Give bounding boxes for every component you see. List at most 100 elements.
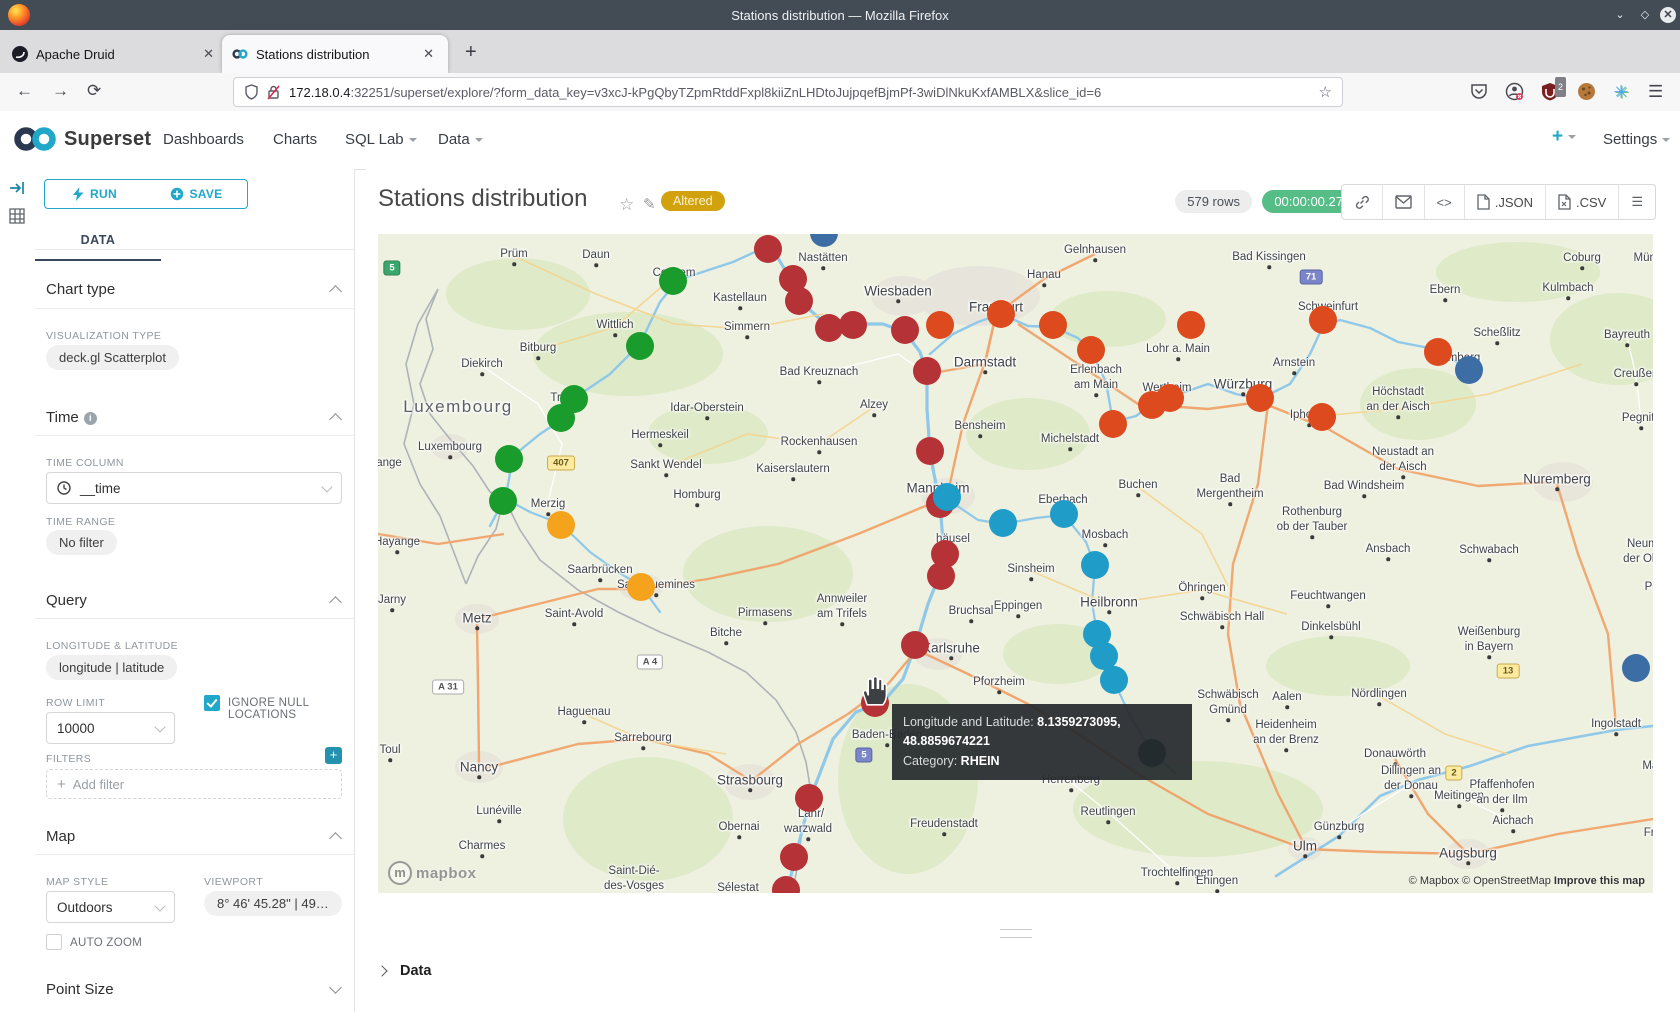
scatter-point-cyan-neckar[interactable] [1081, 551, 1109, 579]
data-panel-toggle[interactable]: Data [378, 956, 678, 986]
scatter-point-steel-blue[interactable] [1622, 654, 1650, 682]
tab-stations-distribution[interactable]: Stations distribution ✕ [222, 35, 448, 73]
forward-icon[interactable]: → [52, 81, 69, 101]
row-limit-select[interactable]: 10000 [46, 712, 175, 744]
window-titlebar[interactable]: Stations distribution — Mozilla Firefox … [0, 0, 1680, 30]
add-filter-box[interactable]: +Add filter [46, 769, 342, 799]
save-button[interactable]: SAVE [145, 179, 248, 209]
chevron-up-icon[interactable] [329, 832, 342, 845]
mapbox-logo[interactable]: m mapbox [388, 861, 477, 885]
scatter-point-orange-main[interactable] [1309, 306, 1337, 334]
scatter-point-green-mosel[interactable] [489, 487, 517, 515]
scatter-point-orange-main[interactable] [1039, 311, 1067, 339]
attrib-osm[interactable]: © OpenStreetMap [1462, 875, 1551, 887]
favorite-star-icon[interactable]: ☆ [619, 195, 634, 215]
dataset-grid-icon[interactable] [8, 207, 26, 225]
menu-icon[interactable]: ☰ [1648, 82, 1663, 102]
collapse-panel-icon[interactable] [8, 179, 26, 197]
email-button[interactable] [1383, 185, 1425, 219]
time-column-select[interactable]: __time [46, 472, 342, 504]
auto-zoom-checkbox[interactable] [46, 934, 62, 950]
new-tab-button[interactable]: + [465, 42, 477, 62]
ublock-icon[interactable]: 2 [1540, 82, 1560, 102]
share-link-button[interactable] [1342, 185, 1383, 219]
settings-menu[interactable]: Settings [1603, 131, 1670, 148]
ignore-null-checkbox[interactable] [204, 695, 220, 711]
scatter-point-green-mosel[interactable] [659, 267, 687, 295]
lonlat-value[interactable]: longitude | latitude [46, 655, 177, 680]
tab-data[interactable]: DATA [35, 223, 161, 261]
scatter-point-red-rhein[interactable] [913, 357, 941, 385]
scatter-point-orange-main[interactable] [1156, 384, 1184, 412]
chevron-up-icon[interactable] [329, 413, 342, 426]
export-json-button[interactable]: .JSON [1465, 185, 1546, 219]
scatter-point-red-rhein[interactable] [916, 437, 944, 465]
scatter-point-orange-main[interactable] [1424, 338, 1452, 366]
edit-title-icon[interactable]: ✎ [643, 195, 656, 213]
minimize-icon[interactable]: ⌄ [1612, 7, 1628, 23]
add-new-button[interactable]: + [1552, 126, 1576, 148]
back-icon[interactable]: ← [16, 81, 33, 101]
url-bar[interactable]: 172.18.0.4:32251/superset/explore/?form_… [233, 77, 1343, 107]
bookmark-star-icon[interactable]: ☆ [1319, 83, 1332, 101]
map-canvas[interactable]: Longitude and Latitude: 8.1359273095, 48… [378, 234, 1653, 893]
viz-type-value[interactable]: deck.gl Scatterplot [46, 345, 179, 370]
scatter-point-orange-main[interactable] [1308, 403, 1336, 431]
scatter-point-cyan-neckar[interactable] [1050, 500, 1078, 528]
add-filter-plus-button[interactable]: + [325, 747, 342, 764]
viewport-value[interactable]: 8° 46' 45.28" | 49… [204, 891, 342, 916]
url-text[interactable]: 172.18.0.4:32251/superset/explore/?form_… [289, 85, 1319, 100]
scatter-point-red-rhein[interactable] [901, 631, 929, 659]
scatter-point-cyan-neckar[interactable] [989, 509, 1017, 537]
nav-sql-lab[interactable]: SQL Lab [345, 131, 417, 148]
nav-charts[interactable]: Charts [273, 131, 317, 148]
scatter-point-amber-saar[interactable] [627, 573, 655, 601]
tab-close-icon[interactable]: ✕ [419, 46, 438, 62]
section-map[interactable]: Map [46, 828, 75, 845]
extension-asterisk-icon[interactable]: ✳ [1611, 82, 1631, 102]
tab-close-icon[interactable]: ✕ [199, 46, 218, 62]
shield-icon[interactable] [244, 84, 259, 100]
scatter-point-red-rhein[interactable] [754, 235, 782, 263]
section-query[interactable]: Query [46, 592, 87, 609]
chevron-down-icon[interactable] [329, 981, 342, 994]
scatter-point-orange-main[interactable] [1099, 410, 1127, 438]
nav-dashboards[interactable]: Dashboards [163, 131, 244, 148]
insecure-lock-icon[interactable] [266, 84, 281, 100]
embed-code-button[interactable]: <> [1425, 185, 1465, 219]
scatter-point-red-rhein[interactable] [927, 562, 955, 590]
scatter-point-red-rhein[interactable] [780, 843, 808, 871]
section-point-size[interactable]: Point Size [46, 981, 114, 998]
maximize-icon[interactable]: ◇ [1637, 7, 1653, 23]
scatter-point-red-rhein[interactable] [891, 316, 919, 344]
scatter-point-orange-main[interactable] [987, 300, 1015, 328]
section-chart-type[interactable]: Chart type [46, 281, 115, 298]
scatter-point-red-rhein[interactable] [839, 311, 867, 339]
scatter-point-steel-blue[interactable] [1455, 356, 1483, 384]
scatter-point-orange-main[interactable] [926, 311, 954, 339]
chevron-up-icon[interactable] [329, 285, 342, 298]
close-icon[interactable]: ✕ [1660, 7, 1676, 23]
nav-data[interactable]: Data [438, 131, 483, 148]
scatter-point-green-mosel[interactable] [547, 404, 575, 432]
attrib-mapbox[interactable]: © Mapbox [1409, 875, 1459, 887]
time-range-value[interactable]: No filter [46, 530, 117, 555]
scatter-point-orange-main[interactable] [1177, 311, 1205, 339]
export-csv-button[interactable]: .CSV [1546, 185, 1619, 219]
account-icon[interactable] [1504, 82, 1524, 102]
scatter-point-green-mosel[interactable] [495, 445, 523, 473]
chart-menu-button[interactable]: ☰ [1619, 185, 1655, 219]
scatter-point-cyan-neckar[interactable] [1100, 666, 1128, 694]
scatter-point-green-mosel[interactable] [626, 332, 654, 360]
section-time[interactable]: Timei [46, 409, 97, 426]
scatter-point-cyan-neckar[interactable] [933, 483, 961, 511]
scatter-point-orange-main[interactable] [1077, 336, 1105, 364]
attrib-improve-link[interactable]: Improve this map [1554, 875, 1645, 887]
map-style-select[interactable]: Outdoors [46, 891, 175, 923]
superset-logo[interactable]: Superset [12, 124, 151, 154]
scatter-point-amber-saar[interactable] [547, 511, 575, 539]
scatter-point-red-rhein[interactable] [785, 287, 813, 315]
panel-resize-handle[interactable] [1000, 929, 1032, 938]
chevron-up-icon[interactable] [329, 596, 342, 609]
run-button[interactable]: RUN [44, 179, 146, 209]
